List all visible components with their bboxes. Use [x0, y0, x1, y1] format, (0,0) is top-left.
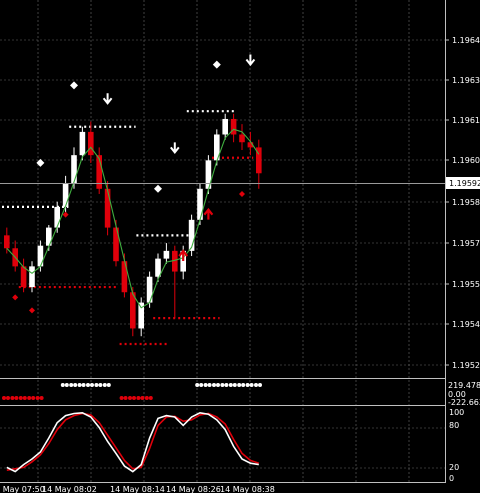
- indicator-dot-white: [73, 383, 78, 387]
- price-label: 1.19585: [452, 198, 480, 207]
- price-label: 1.19645: [452, 36, 480, 45]
- indicator-label: 219.4781: [448, 381, 480, 390]
- candle-body: [197, 188, 203, 220]
- indicator-dot-white: [195, 383, 200, 387]
- indicator-dot-red: [35, 396, 40, 400]
- indicator-dot-white: [224, 383, 229, 387]
- time-label: 14 May 07:50: [0, 485, 45, 493]
- candle-body: [4, 235, 10, 249]
- time-label: 14 May 08:38: [220, 485, 275, 493]
- indicator-dot-red: [39, 396, 44, 400]
- indicator-dot-white: [207, 383, 212, 387]
- candle-body: [20, 266, 27, 288]
- oscillator-label: 0: [449, 474, 454, 483]
- oscillator-label: 20: [449, 463, 459, 472]
- indicator-dot-white: [245, 383, 250, 387]
- indicator-dot-red: [31, 396, 36, 400]
- indicator-dot-white: [237, 383, 242, 387]
- oscillator-label: 80: [449, 421, 459, 430]
- candle-body: [222, 118, 228, 135]
- indicator-dot-red: [27, 396, 32, 400]
- indicator-dot-red: [10, 396, 15, 400]
- indicator-label: -222.663: [448, 398, 480, 407]
- candle-body: [155, 258, 161, 277]
- candle-body: [239, 134, 245, 143]
- candle-body: [62, 183, 69, 207]
- oscillator-label: 100: [449, 408, 464, 417]
- time-axis: 14 May 07:50 14 May 08:02 14 May 08:14 1…: [0, 485, 275, 493]
- indicator-dot-white: [258, 383, 262, 387]
- indicator-dot-red: [144, 396, 149, 400]
- candle-body: [104, 188, 111, 228]
- time-label: 14 May 08:02: [42, 485, 97, 493]
- indicator-dot-white: [98, 383, 103, 387]
- indicator-dot-red: [132, 396, 136, 400]
- indicator-dot-red: [128, 396, 132, 400]
- indicator-dot-white: [220, 383, 225, 387]
- indicator-dot-red: [140, 396, 145, 400]
- indicator-dot-white: [203, 383, 208, 387]
- indicator-dot-red: [22, 396, 27, 400]
- chart-background: [0, 0, 480, 493]
- indicator-dot-red: [6, 396, 10, 400]
- candle-body: [88, 131, 94, 156]
- price-label: 1.19540: [452, 320, 480, 329]
- indicator-dot-white: [232, 383, 237, 387]
- indicator-dot-red: [123, 396, 128, 400]
- indicator-dot-white: [102, 383, 107, 387]
- candle-body: [54, 206, 60, 228]
- indicator-dot-white: [86, 383, 90, 387]
- indicator-dot-white: [212, 383, 216, 387]
- indicator-dot-white: [90, 383, 94, 387]
- indicator-dot-white: [106, 383, 111, 387]
- time-label: 14 May 08:14: [110, 485, 165, 493]
- price-label: 1.19600: [452, 156, 480, 165]
- indicator-dot-red: [14, 396, 19, 400]
- trading-chart[interactable]: 1.19645 1.19630 1.19615 1.19600 1.19585 …: [0, 0, 480, 493]
- price-label: 1.19570: [452, 239, 480, 248]
- current-price-value: 1.19592: [449, 179, 480, 188]
- time-label: 14 May 08:26: [166, 485, 221, 493]
- candle-body: [163, 250, 170, 259]
- price-label: 1.19555: [452, 280, 480, 289]
- indicator-dot-white: [64, 383, 69, 387]
- price-label: 1.19525: [452, 361, 480, 370]
- indicator-dot-red: [2, 396, 6, 400]
- candle-body: [121, 261, 128, 293]
- indicator-dot-white: [81, 383, 86, 387]
- candle-body: [71, 155, 77, 184]
- indicator-dot-white: [254, 383, 258, 387]
- indicator-dot-red: [18, 396, 23, 400]
- indicator-dot-white: [94, 383, 99, 387]
- indicator-dot-white: [249, 383, 254, 387]
- price-label: 1.19615: [452, 116, 480, 125]
- candle-body: [29, 266, 35, 288]
- indicator-dot-white: [199, 383, 204, 387]
- indicator-dot-white: [77, 383, 82, 387]
- indicator-dot-white: [60, 383, 65, 387]
- indicator-dot-white: [228, 383, 233, 387]
- indicator-dot-white: [216, 383, 220, 387]
- indicator-dot-red: [148, 396, 153, 400]
- indicator-dot-red: [136, 396, 141, 400]
- indicator-dot-red: [119, 396, 124, 400]
- candle-body: [79, 131, 86, 156]
- candle-body: [37, 245, 44, 267]
- indicator-dot-white: [241, 383, 246, 387]
- price-label: 1.19630: [452, 76, 480, 85]
- indicator-dot-white: [69, 383, 74, 387]
- candle-body: [230, 118, 237, 135]
